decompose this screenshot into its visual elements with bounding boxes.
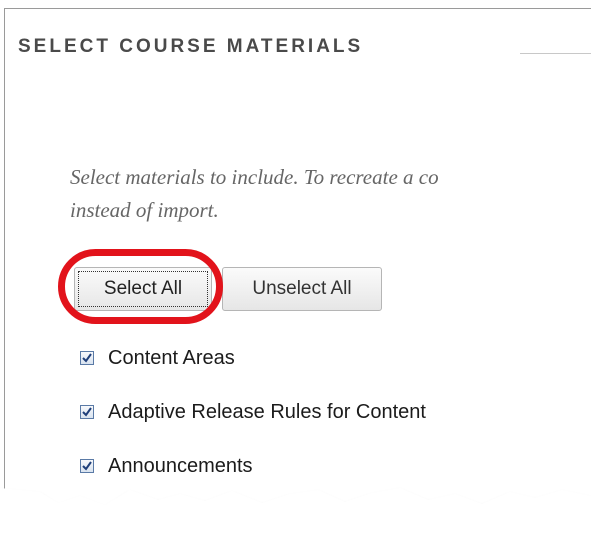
- title-divider: [520, 53, 591, 54]
- instructions-line-2: instead of import.: [70, 198, 219, 222]
- instructions-text: Select materials to include. To recreate…: [70, 161, 591, 227]
- section-title: SELECT COURSE MATERIALS: [18, 36, 364, 57]
- cropped-header-fragment: [0, 0, 591, 8]
- check-mark-icon: [82, 353, 92, 363]
- adaptive-release-checkbox[interactable]: [80, 405, 94, 419]
- material-label: Content Areas: [108, 346, 235, 369]
- material-item-content-areas[interactable]: Content Areas: [80, 345, 235, 371]
- instructions-line-1: Select materials to include. To recreate…: [70, 165, 439, 189]
- content-areas-checkbox[interactable]: [80, 351, 94, 365]
- check-mark-icon: [82, 407, 92, 417]
- select-all-button[interactable]: Select All: [74, 267, 212, 311]
- unselect-all-button[interactable]: Unselect All: [222, 267, 382, 311]
- material-label: Adaptive Release Rules for Content: [108, 400, 426, 423]
- torn-edge: [0, 488, 591, 539]
- material-item-adaptive-release[interactable]: Adaptive Release Rules for Content: [80, 399, 426, 425]
